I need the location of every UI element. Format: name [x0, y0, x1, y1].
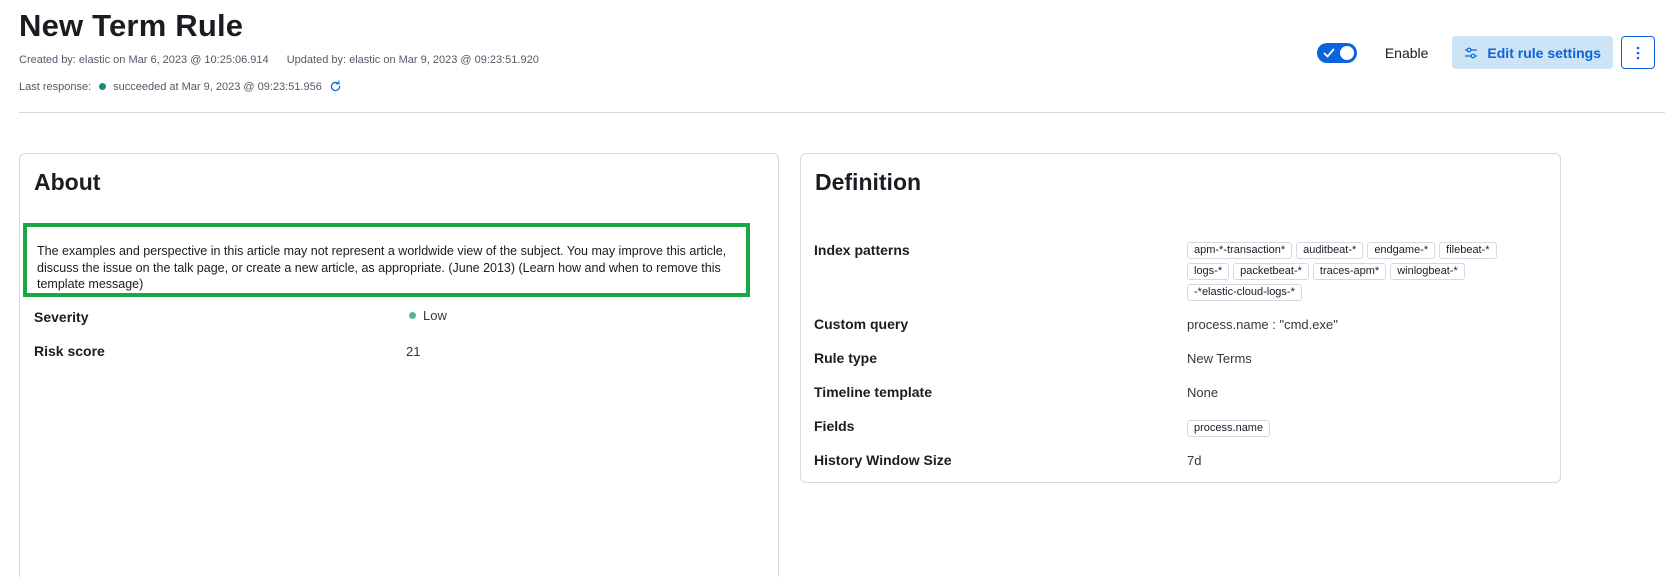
definition-panel: Definition Index patterns apm-*-transact…	[800, 153, 1561, 483]
index-pattern-badge: packetbeat-*	[1233, 263, 1309, 280]
updated-by-text: Updated by: elastic on Mar 9, 2023 @ 09:…	[286, 54, 539, 66]
history-window-label: History Window Size	[814, 452, 952, 468]
severity-value: Low	[409, 308, 447, 323]
header-divider	[19, 112, 1665, 113]
severity-dot-icon	[409, 312, 416, 319]
rule-type-value: New Terms	[1187, 351, 1252, 366]
controls-icon	[1465, 47, 1478, 58]
edit-button-label: Edit rule settings	[1487, 44, 1601, 61]
status-dot-icon	[99, 83, 107, 90]
check-icon	[1323, 48, 1335, 57]
custom-query-label: Custom query	[814, 316, 909, 332]
about-title: About	[34, 169, 101, 195]
index-pattern-badge: endgame-*	[1367, 242, 1436, 259]
index-pattern-badge: winlogbeat-*	[1390, 263, 1465, 280]
index-pattern-badge: -*elastic-cloud-logs-*	[1187, 284, 1302, 301]
index-pattern-badge: apm-*-transaction*	[1187, 242, 1293, 259]
risk-score-value: 21	[406, 344, 421, 359]
history-window-value: 7d	[1187, 453, 1202, 468]
page-title: New Term Rule	[19, 8, 244, 43]
index-patterns-label: Index patterns	[814, 242, 910, 258]
vertical-dots-icon	[1636, 46, 1640, 59]
index-patterns-list: apm-*-transaction* auditbeat-* endgame-*…	[1187, 242, 1527, 301]
created-by-text: Created by: elastic on Mar 6, 2023 @ 10:…	[19, 54, 269, 66]
more-actions-button[interactable]	[1621, 36, 1655, 69]
definition-title: Definition	[815, 169, 922, 195]
rule-type-label: Rule type	[814, 350, 878, 366]
last-response: Last response: succeeded at Mar 9, 2023 …	[19, 80, 342, 93]
highlighted-notice: The examples and perspective in this art…	[23, 223, 750, 297]
timeline-template-label: Timeline template	[814, 384, 933, 400]
toggle-knob	[1338, 44, 1355, 61]
edit-rule-settings-button[interactable]: Edit rule settings	[1452, 36, 1613, 69]
last-response-label: Last response:	[19, 80, 92, 93]
enable-toggle[interactable]	[1316, 42, 1357, 63]
custom-query-value: process.name : "cmd.exe"	[1187, 317, 1338, 332]
fields-label: Fields	[814, 418, 855, 434]
refresh-icon[interactable]	[329, 80, 342, 93]
rule-meta: Created by: elastic on Mar 6, 2023 @ 10:…	[19, 54, 539, 66]
field-badge: process.name	[1187, 420, 1271, 437]
index-pattern-badge: logs-*	[1187, 263, 1230, 280]
risk-score-label: Risk score	[34, 343, 105, 359]
index-pattern-badge: traces-apm*	[1312, 263, 1387, 280]
index-pattern-badge: auditbeat-*	[1296, 242, 1364, 259]
index-pattern-badge: filebeat-*	[1439, 242, 1497, 259]
timeline-template-value: None	[1187, 385, 1219, 400]
enable-label: Enable	[1384, 44, 1429, 61]
about-panel: About The examples and perspective in th…	[19, 153, 779, 577]
rule-details-page: New Term Rule Created by: elastic on Mar…	[0, 0, 1665, 577]
severity-label: Severity	[34, 309, 89, 325]
fields-list: process.name	[1187, 418, 1271, 437]
severity-text: Low	[423, 308, 447, 323]
header-actions: Enable Edit rule settings	[1316, 36, 1655, 69]
last-response-status: succeeded at Mar 9, 2023 @ 09:23:51.956	[113, 80, 322, 93]
